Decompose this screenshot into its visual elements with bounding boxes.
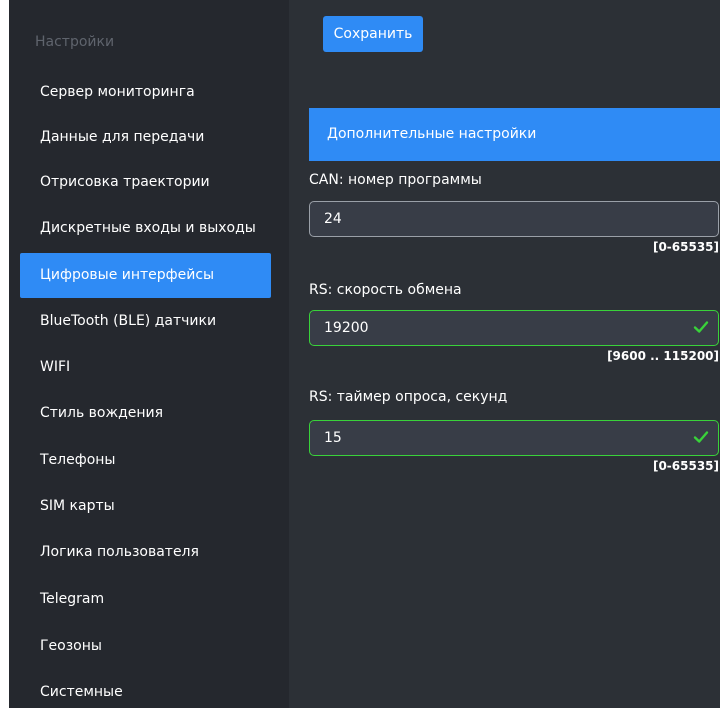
save-button[interactable]: Сохранить xyxy=(323,16,423,52)
rs-baud-rate-input[interactable] xyxy=(309,310,719,346)
can-program-number-range: [0-65535] xyxy=(652,240,719,254)
settings-app: Настройки Сервер мониторинга Данные для … xyxy=(0,0,720,708)
sidebar-item-driving-style[interactable]: Стиль вождения xyxy=(20,391,271,436)
sidebar-item-discrete-io[interactable]: Дискретные входы и выходы xyxy=(20,206,271,251)
check-icon xyxy=(693,431,709,443)
rs-baud-rate-label: RS: скорость обмена xyxy=(309,282,462,298)
sidebar-item-user-logic[interactable]: Логика пользователя xyxy=(20,530,271,575)
can-program-number-input[interactable] xyxy=(309,201,719,237)
sidebar-title: Настройки xyxy=(35,34,115,50)
sidebar-item-system[interactable]: Системные xyxy=(20,670,271,715)
sidebar-item-monitoring-server[interactable]: Сервер мониторинга xyxy=(20,70,271,115)
sidebar-item-digital-interfaces[interactable]: Цифровые интерфейсы xyxy=(20,253,271,298)
rs-poll-timer-range: [0-65535] xyxy=(652,459,719,473)
section-header-additional-settings: Дополнительные настройки xyxy=(309,108,720,161)
sidebar-item-geozones[interactable]: Геозоны xyxy=(20,624,271,669)
can-program-number-label: CAN: номер программы xyxy=(309,172,482,188)
sidebar-item-wifi[interactable]: WIFI xyxy=(20,345,271,390)
sidebar-item-telegram[interactable]: Telegram xyxy=(20,577,271,622)
rs-poll-timer-input[interactable] xyxy=(309,420,719,456)
rs-baud-rate-range: [9600 .. 115200] xyxy=(607,349,719,363)
window-edge xyxy=(0,0,9,708)
sidebar-item-transmit-data[interactable]: Данные для передачи xyxy=(20,115,271,160)
sidebar-item-sim-cards[interactable]: SIM карты xyxy=(20,484,271,529)
sidebar: Настройки Сервер мониторинга Данные для … xyxy=(9,0,289,708)
sidebar-item-phones[interactable]: Телефоны xyxy=(20,438,271,483)
sidebar-item-ble-sensors[interactable]: BlueTooth (BLE) датчики xyxy=(20,299,271,344)
check-icon xyxy=(693,321,709,333)
sidebar-item-track-drawing[interactable]: Отрисовка траектории xyxy=(20,160,271,205)
rs-poll-timer-label: RS: таймер опроса, секунд xyxy=(309,389,508,405)
